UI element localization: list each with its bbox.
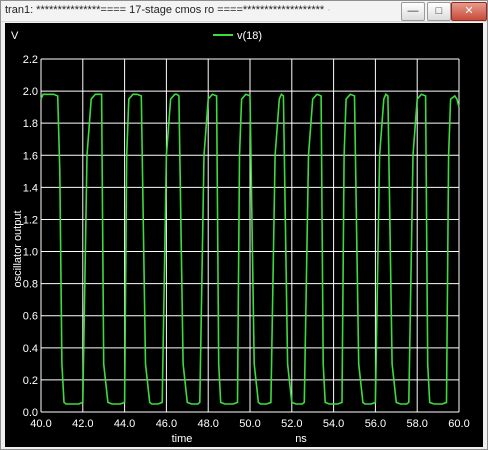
y-tick-label: 2.2 xyxy=(23,54,38,66)
title-bar[interactable]: tran1: ***************==== 17-stage cmos… xyxy=(1,1,487,22)
plot-area[interactable]: 0.0 0.2 0.4 0.6 0.8 1.0 1.2 1.4 1.6 1.8 2.0 2.2 40.… xyxy=(5,23,483,447)
y-tick-label: 1.0 xyxy=(23,247,38,259)
x-tick-label: 58.0 xyxy=(406,418,427,430)
maximize-button[interactable]: □ xyxy=(427,2,451,21)
y-tick-label: 1.8 xyxy=(23,118,38,130)
y-tick-label: 2.0 xyxy=(23,86,38,98)
y-tick-label: 1.2 xyxy=(23,214,38,226)
x-tick-label: 54.0 xyxy=(323,418,344,430)
y-tick-label: 0.4 xyxy=(23,343,38,355)
x-tick-label: 48.0 xyxy=(197,418,218,430)
legend-label: v(18) xyxy=(237,30,262,42)
unit-label: V xyxy=(11,30,19,42)
window-title-text: tran1: ***************==== 17-stage cmos… xyxy=(5,4,325,16)
x-axis-units: ns xyxy=(295,433,307,445)
x-tick-label: 44.0 xyxy=(114,418,135,430)
y-tick-label: 0.2 xyxy=(23,375,38,387)
close-button[interactable]: ✕ xyxy=(451,2,487,21)
window-title: tran1: ***************==== 17-stage cmos… xyxy=(5,4,335,16)
x-tick-label: 50.0 xyxy=(239,418,260,430)
x-tick-label: 46.0 xyxy=(156,418,177,430)
window-title-faded: · · · · · · · · · · xyxy=(327,4,335,16)
y-tick-label: 0.8 xyxy=(23,279,38,291)
x-tick-label: 60.0 xyxy=(448,418,469,430)
waveform-chart[interactable]: 0.00.20.40.60.81.01.21.41.61.82.02.2 40.… xyxy=(5,23,483,447)
y-tick-labels: 0.00.20.40.60.81.01.21.41.61.82.02.2 xyxy=(23,54,38,419)
y-tick-label: 1.6 xyxy=(23,150,38,162)
minimize-icon: — xyxy=(407,5,419,17)
y-tick-label: 1.4 xyxy=(23,182,38,194)
x-tick-labels: 40.0 42.0 44.0 46.0 48.0 50.0 52.0 54.0 56.0 58.0… xyxy=(30,418,469,430)
waveform-window: tran1: ***************==== 17-stage cmos… xyxy=(0,0,488,450)
x-tick-label: 40.0 xyxy=(30,418,51,430)
minimize-button[interactable]: — xyxy=(401,2,425,21)
x-axis-label: time xyxy=(172,433,193,445)
x-tick-label: 52.0 xyxy=(281,418,302,430)
y-axis-label: oscillator output xyxy=(12,210,24,287)
maximize-icon: □ xyxy=(435,5,443,17)
y-tick-label: 0.6 xyxy=(23,311,38,323)
x-tick-label: 42.0 xyxy=(72,418,93,430)
x-tick-label: 56.0 xyxy=(365,418,386,430)
close-icon: ✕ xyxy=(464,5,474,17)
